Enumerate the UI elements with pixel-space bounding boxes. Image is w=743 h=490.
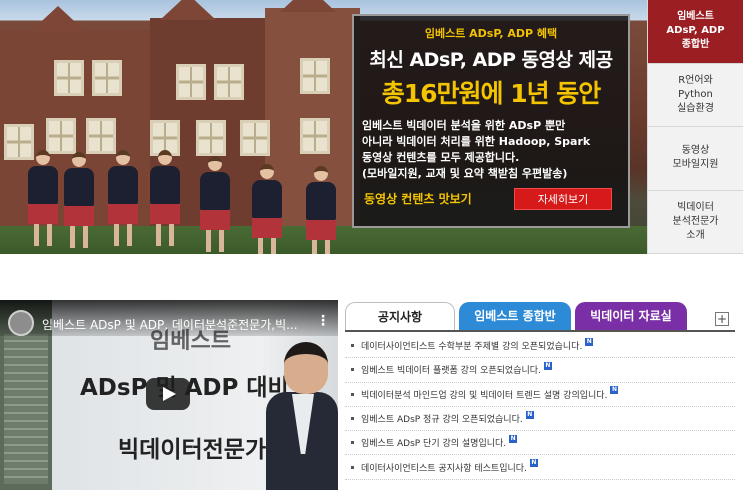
- notice-title[interactable]: 데이터사이언티스트 수학부분 주제별 강의 오픈되었습니다.: [361, 339, 582, 352]
- list-item[interactable]: 임베스트 빅데이터 플랫폼 강의 오픈되었습니다. N: [345, 358, 735, 383]
- promo-preview-label: 동영상 컨텐츠 맛보기: [364, 192, 472, 206]
- notice-title[interactable]: 데이터사이언티스트 공지사항 테스트입니다.: [361, 461, 527, 474]
- bullet-icon: [351, 368, 354, 372]
- bullet-icon: [351, 392, 354, 396]
- new-badge-icon: N: [543, 361, 552, 370]
- promo-description: 임베스트 빅데이터 분석을 위한 ADsP 뿐만 아니라 빅데이터 처리를 위한…: [354, 118, 628, 182]
- promo-desc-line: 동영상 컨텐츠를 모두 제공합니다.: [362, 151, 520, 164]
- presenter-head: [284, 342, 328, 394]
- play-button-icon[interactable]: [146, 378, 190, 410]
- notice-title[interactable]: 임베스트 ADsP 정규 강의 오픈되었습니다.: [361, 412, 523, 425]
- list-item[interactable]: 데이터사이언티스트 공지사항 테스트입니다. N: [345, 455, 735, 480]
- promo-tag: 임베스트 ADsP, ADP 혜택: [424, 27, 558, 40]
- side-menu-item-instructor[interactable]: 빅데이터 분석전문가 소개: [648, 191, 743, 254]
- student-figure: [108, 150, 138, 246]
- video-file-list: [4, 334, 48, 484]
- new-badge-icon: N: [529, 459, 538, 468]
- new-badge-icon: N: [525, 410, 534, 419]
- window: [300, 118, 330, 154]
- bullet-icon: [351, 344, 354, 348]
- video-title[interactable]: 임베스트 ADsP 및 ADP, 데이터분석준전문가,빅...: [42, 316, 304, 333]
- window: [54, 60, 84, 96]
- student-figure: [306, 166, 336, 254]
- promo-desc-line: (모바일지원, 교재 및 요약 책받침 우편발송): [362, 167, 568, 180]
- side-menu-item-practice[interactable]: R언어와 Python 실습환경: [648, 64, 743, 127]
- window: [46, 118, 76, 154]
- window: [196, 120, 226, 156]
- list-item[interactable]: 임베스트 ADsP 단기 강의 설명입니다. N: [345, 431, 735, 456]
- notice-list: 데이터사이언티스트 수학부분 주제별 강의 오픈되었습니다. N 임베스트 빅데이…: [345, 334, 735, 480]
- roof-gable: [160, 0, 216, 20]
- notice-title[interactable]: 임베스트 빅데이터 플랫폼 강의 오픈되었습니다.: [361, 363, 541, 376]
- notice-title[interactable]: 임베스트 ADsP 단기 강의 설명입니다.: [361, 436, 506, 449]
- more-options-icon[interactable]: ⋮: [316, 314, 330, 328]
- window: [176, 64, 206, 100]
- bullet-icon: [351, 465, 354, 469]
- promo-price: 총16만원에 1년 동안: [381, 79, 602, 108]
- window: [214, 64, 244, 100]
- notice-title[interactable]: 빅데이터분석 마인드업 강의 및 빅데이터 트렌드 설명 강의입니다.: [361, 388, 607, 401]
- side-menu: 임베스트 ADsP, ADP 종합반 R언어와 Python 실습환경 동영상 …: [647, 0, 743, 254]
- promo-desc-line: 아니라 빅데이터 처리를 위한 Hadoop, Spark: [362, 135, 591, 148]
- promo-box: 임베스트 ADsP, ADP 혜택 최신 ADsP, ADP 동영상 제공 총1…: [352, 14, 630, 228]
- side-menu-item-mobile[interactable]: 동영상 모바일지원: [648, 127, 743, 191]
- new-badge-icon: N: [585, 337, 594, 346]
- channel-avatar[interactable]: [8, 310, 34, 336]
- student-figure: [64, 152, 94, 248]
- bullet-icon: [351, 441, 354, 445]
- tab-divider: [345, 330, 735, 332]
- tab-notices[interactable]: 공지사항: [345, 302, 455, 330]
- new-badge-icon: N: [509, 434, 518, 443]
- tab-resources[interactable]: 빅데이터 자료실: [575, 302, 687, 330]
- list-item[interactable]: 데이터사이언티스트 수학부분 주제별 강의 오픈되었습니다. N: [345, 334, 735, 359]
- roof-gable: [30, 6, 86, 32]
- promo-desc-line: 임베스트 빅데이터 분석을 위한 ADsP 뿐만: [362, 119, 566, 132]
- more-plus-icon[interactable]: +: [715, 312, 729, 326]
- list-item[interactable]: 임베스트 ADsP 정규 강의 오픈되었습니다. N: [345, 407, 735, 432]
- list-item[interactable]: 빅데이터분석 마인드업 강의 및 빅데이터 트렌드 설명 강의입니다. N: [345, 383, 735, 407]
- window: [240, 120, 270, 156]
- bullet-icon: [351, 417, 354, 421]
- notice-board: 공지사항 임베스트 종합반 빅데이터 자료실 + 데이터사이언티스트 수학부분 …: [345, 302, 735, 490]
- promo-headline: 최신 ADsP, ADP 동영상 제공: [369, 49, 613, 71]
- side-menu-item-course[interactable]: 임베스트 ADsP, ADP 종합반: [648, 0, 743, 64]
- window: [92, 60, 122, 96]
- window: [300, 58, 330, 94]
- tab-course[interactable]: 임베스트 종합반: [459, 302, 571, 330]
- video-text-expert: 빅데이터전문가: [118, 437, 267, 463]
- student-figure: [252, 164, 282, 254]
- student-figure: [150, 150, 180, 246]
- window: [86, 118, 116, 154]
- details-button[interactable]: 자세히보기: [514, 188, 612, 210]
- student-figure: [28, 150, 58, 246]
- hero-banner: 임베스트 ADsP, ADP 혜택 최신 ADsP, ADP 동영상 제공 총1…: [0, 0, 647, 254]
- student-figure: [200, 156, 230, 252]
- new-badge-icon: N: [610, 386, 619, 395]
- roof-gable: [280, 0, 336, 12]
